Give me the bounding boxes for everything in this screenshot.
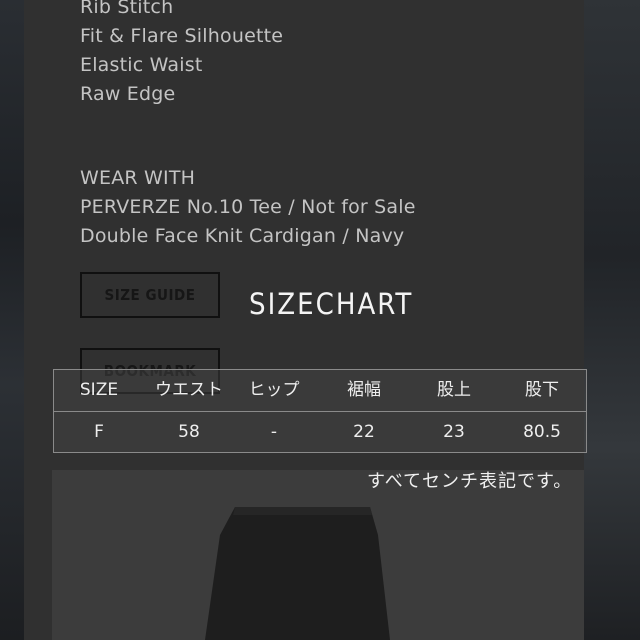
table-header-cell: 股下 [525, 380, 559, 400]
background-photo-left-edge [0, 0, 24, 640]
spec-line: Rib Stitch [80, 0, 174, 18]
sizechart-title: SIZECHART [249, 287, 414, 321]
table-cell: 23 [443, 422, 465, 442]
table-header-cell: ウエスト [155, 380, 223, 400]
background-photo-right-edge [584, 0, 640, 640]
product-specs: Rib Stitch Fit & Flare Silhouette Elasti… [80, 0, 283, 109]
size-table: SIZE ウエスト ヒップ 裾幅 股上 股下 F 58 - 22 23 80.5 [53, 369, 587, 453]
spec-line: Elastic Waist [80, 54, 203, 76]
table-header-row: SIZE ウエスト ヒップ 裾幅 股上 股下 [54, 370, 586, 412]
wear-with-item[interactable]: Double Face Knit Cardigan / Navy [80, 222, 416, 251]
table-cell: - [270, 422, 278, 442]
table-header-cell: 股上 [437, 380, 471, 400]
table-header-cell: 裾幅 [347, 380, 381, 400]
wear-with-item[interactable]: PERVERZE No.10 Tee / Not for Sale [80, 193, 416, 222]
size-guide-button[interactable]: SIZE GUIDE [80, 272, 220, 318]
table-cell: 58 [178, 422, 200, 442]
spec-line: Raw Edge [80, 83, 176, 105]
table-cell: 80.5 [523, 422, 561, 442]
wear-with-heading: WEAR WITH [80, 167, 196, 189]
table-header-cell: ヒップ [248, 380, 300, 400]
units-note: すべてセンチ表記です。 [367, 471, 573, 492]
table-header-cell: SIZE [79, 380, 119, 400]
table-row: F 58 - 22 23 80.5 [54, 412, 586, 453]
table-cell: 22 [353, 422, 375, 442]
spec-line: Fit & Flare Silhouette [80, 25, 284, 47]
skirt-image [205, 507, 390, 640]
table-cell: F [94, 422, 104, 442]
wear-with-section: WEAR WITH PERVERZE No.10 Tee / Not for S… [80, 164, 416, 251]
